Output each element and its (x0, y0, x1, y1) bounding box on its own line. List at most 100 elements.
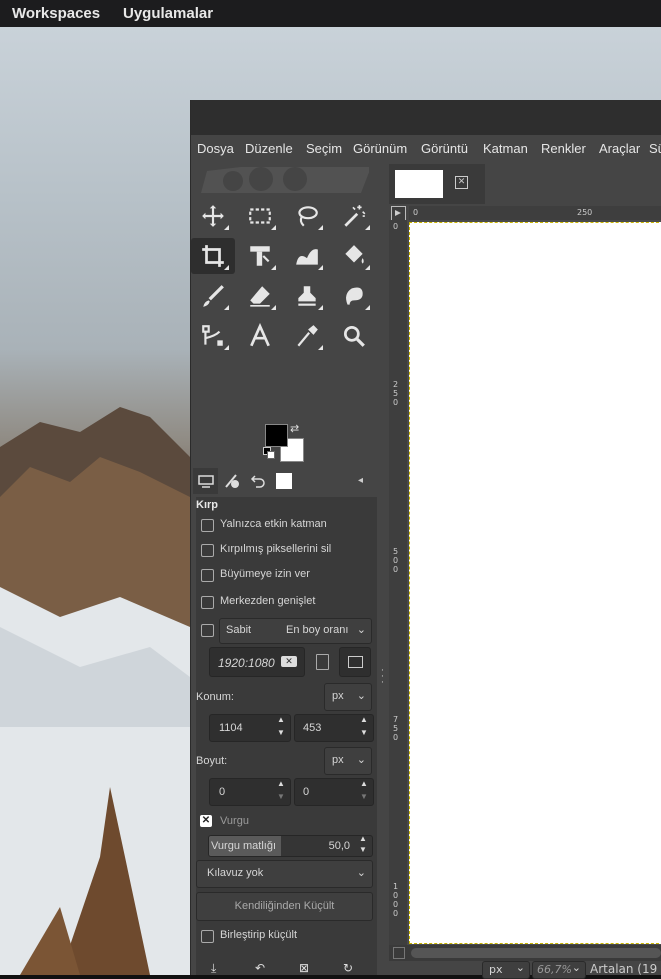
guides-dropdown[interactable]: Kılavuz yok ⌄ (196, 860, 373, 888)
auto-shrink-button[interactable]: Kendiliğinden Küçült (196, 892, 373, 921)
highlight-opacity-slider[interactable]: Vurgu matlığı 50,0 ▲ ▼ (208, 834, 373, 857)
only-active-layer-checkbox[interactable] (201, 519, 214, 532)
position-x-input[interactable]: 1104 ▲ ▼ (209, 714, 291, 742)
shrink-merged-label: Birleştirip küçült (220, 929, 298, 941)
landscape-button[interactable] (339, 647, 371, 677)
eraser-tool[interactable] (238, 278, 282, 314)
increment-icon[interactable]: ▲ (274, 779, 288, 788)
tab-tool-options[interactable] (193, 468, 218, 494)
ruler-label: 250 (393, 380, 399, 407)
position-unit-dropdown[interactable]: px ⌄ (324, 683, 372, 711)
size-width-input[interactable]: 0 ▲ ▼ (209, 778, 291, 806)
tab-undo-history[interactable] (245, 468, 270, 494)
chevron-down-icon: ⌄ (515, 961, 525, 974)
size-height-input[interactable]: 0 ▲ ▼ (294, 778, 374, 806)
paths-tool[interactable] (191, 318, 235, 354)
navigate-icon[interactable] (393, 947, 405, 959)
tab-images[interactable] (271, 468, 296, 494)
tab-device-status[interactable] (219, 468, 244, 494)
wilber-logo-icon (201, 167, 369, 193)
expand-from-center-label: Merkezden genişlet (220, 595, 316, 607)
foreground-color-swatch[interactable] (265, 424, 288, 447)
zoom-icon (343, 325, 365, 347)
menu-layer[interactable]: Katman (483, 141, 528, 156)
dock-menu-icon[interactable]: ◂ (358, 475, 363, 486)
menu-view[interactable]: Görünüm (353, 141, 407, 156)
close-tab-icon[interactable]: ✕ (455, 176, 468, 189)
decrement-icon[interactable]: ▼ (274, 792, 288, 801)
color-picker-tool[interactable] (285, 318, 329, 354)
chevron-down-icon: ⌄ (356, 690, 366, 702)
swap-colors-icon[interactable]: ⇄ (290, 422, 299, 435)
position-label: Konum: (196, 691, 234, 703)
shrink-merged-checkbox[interactable] (201, 930, 214, 943)
scrollbar-thumb[interactable] (411, 948, 661, 958)
ruler-label: 1000 (393, 882, 399, 918)
clear-input-icon[interactable]: ✕ (281, 656, 297, 667)
ruler-label: 500 (393, 547, 399, 574)
bucket-fill-tool[interactable] (332, 238, 376, 274)
unit-dropdown[interactable]: px ⌄ (482, 961, 530, 979)
aspect-ratio-input[interactable]: 1920:1080 ✕ (209, 647, 305, 677)
decrement-icon[interactable]: ▼ (356, 845, 370, 854)
decrement-icon[interactable]: ▼ (274, 728, 288, 737)
quick-mask-toggle-icon[interactable] (391, 206, 406, 221)
transform-tool[interactable] (238, 238, 282, 274)
ruler-label: 0 (413, 208, 419, 217)
menu-file[interactable]: Dosya (197, 141, 234, 156)
default-colors-icon[interactable] (263, 447, 275, 459)
crop-tool-options: Kırp Yalnızca etkin katman Kırpılmış pik… (196, 497, 377, 975)
status-message: Artalan (19 (590, 962, 658, 976)
decrement-icon[interactable]: ▼ (357, 792, 371, 801)
horizontal-scrollbar[interactable] (389, 945, 661, 961)
menu-tools[interactable]: Araçlar (599, 141, 640, 156)
fuzzy-select-tool[interactable] (332, 198, 376, 234)
menu-select[interactable]: Seçim (306, 141, 342, 156)
restore-options-icon[interactable]: ↶ (255, 961, 265, 975)
menu-image[interactable]: Görüntü (421, 141, 468, 156)
smudge-tool[interactable] (332, 278, 376, 314)
save-options-icon[interactable]: ⤓ (211, 961, 216, 976)
highlight-checkbox-checked-icon[interactable]: ✕ (200, 815, 212, 827)
increment-icon[interactable]: ▲ (357, 715, 371, 724)
increment-icon[interactable]: ▲ (356, 834, 370, 843)
fixed-mode-dropdown[interactable]: Sabit En boy oranı ⌄ (219, 618, 372, 644)
lasso-tool[interactable] (285, 198, 329, 234)
increment-icon[interactable]: ▲ (357, 779, 371, 788)
unit-value: px (489, 963, 503, 976)
image-canvas[interactable] (409, 222, 661, 944)
workspaces-button[interactable]: Workspaces (12, 5, 100, 22)
increment-icon[interactable]: ▲ (274, 715, 288, 724)
warp-tool[interactable] (285, 238, 329, 274)
expand-from-center-checkbox[interactable] (201, 596, 214, 609)
reset-options-icon[interactable]: ↻ (343, 961, 353, 975)
text-tool[interactable] (238, 318, 282, 354)
chevron-down-icon: ⌄ (571, 961, 581, 974)
delete-options-icon[interactable]: ⊠ (299, 961, 309, 975)
paintbrush-tool[interactable] (191, 278, 235, 314)
menu-edit[interactable]: Düzenle (245, 141, 293, 156)
window-titlebar[interactable] (191, 100, 661, 135)
position-y-input[interactable]: 453 ▲ ▼ (294, 714, 374, 742)
zoom-dropdown[interactable]: 66,7% ⌄ (532, 961, 586, 979)
highlight-opacity-value: 50,0 (328, 840, 350, 852)
color-picker-icon (297, 325, 318, 347)
delete-cropped-checkbox[interactable] (201, 544, 214, 557)
rect-select-tool[interactable] (238, 198, 282, 234)
image-tab[interactable]: ✕ (389, 164, 485, 204)
move-tool[interactable] (191, 198, 235, 234)
allow-growing-checkbox[interactable] (201, 569, 214, 582)
applications-button[interactable]: Uygulamalar (123, 5, 213, 22)
decrement-icon[interactable]: ▼ (357, 728, 371, 737)
portrait-icon[interactable] (316, 654, 329, 670)
crop-tool[interactable] (191, 238, 235, 274)
menu-filters[interactable]: Sü (649, 141, 661, 156)
position-x-value: 1104 (219, 722, 243, 734)
fixed-checkbox[interactable] (201, 624, 214, 637)
size-unit-dropdown[interactable]: px ⌄ (324, 747, 372, 775)
menu-colors[interactable]: Renkler (541, 141, 586, 156)
position-unit-value: px (332, 690, 344, 702)
magic-wand-icon (344, 205, 366, 227)
zoom-tool[interactable] (332, 318, 376, 354)
clone-tool[interactable] (285, 278, 329, 314)
